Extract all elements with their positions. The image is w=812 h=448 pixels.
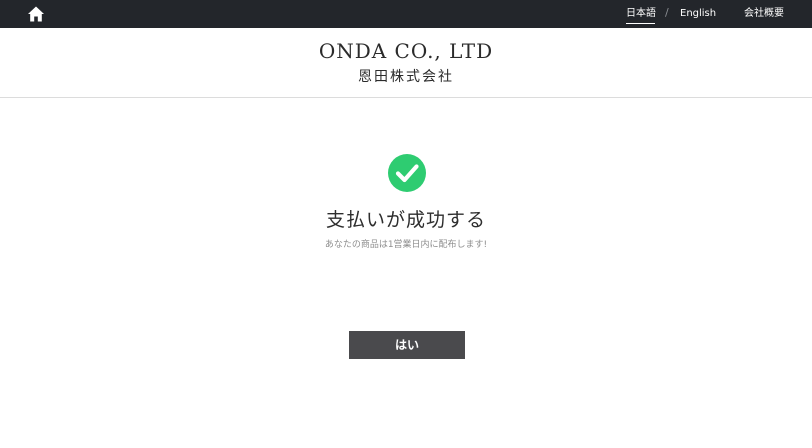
check-circle-icon xyxy=(388,154,426,192)
nav-separator: / xyxy=(665,6,669,19)
payment-success-description: あなたの商品は1営業日内に配布します! xyxy=(324,240,488,250)
nav-language-japanese[interactable]: 日本語 xyxy=(626,8,656,20)
site-header: ONDA CO., LTD 恩田株式会社 xyxy=(0,28,812,98)
payment-success-title: 支払いが成功する xyxy=(325,209,486,231)
brand-name-english: ONDA CO., LTD xyxy=(318,39,494,63)
nav-language-english[interactable]: English xyxy=(680,8,716,20)
top-navigation-bar: 日本語 / English 会社概要 xyxy=(0,0,812,28)
brand-name-japanese: 恩田株式会社 xyxy=(358,69,454,85)
home-icon xyxy=(28,6,44,22)
active-language-underline xyxy=(626,23,655,24)
home-button[interactable] xyxy=(27,5,45,23)
confirm-yes-button[interactable]: はい xyxy=(349,331,465,359)
nav-company-profile[interactable]: 会社概要 xyxy=(744,8,784,20)
